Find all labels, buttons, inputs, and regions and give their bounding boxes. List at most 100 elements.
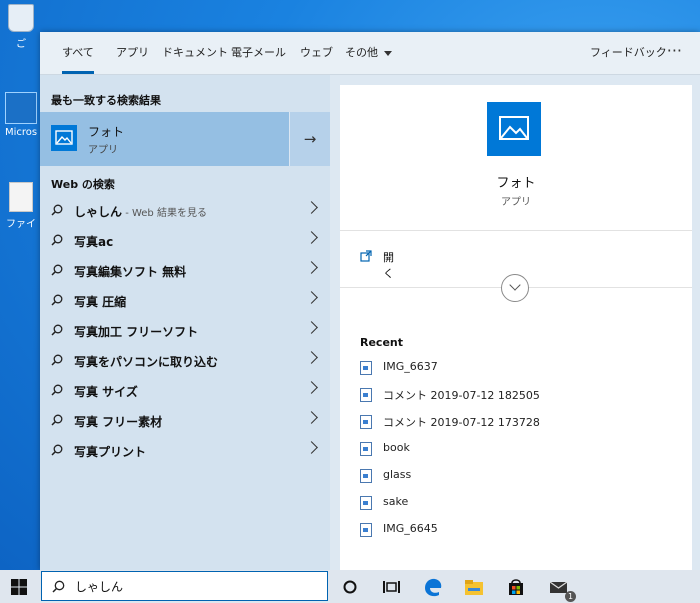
tab-label: ドキュメント	[162, 46, 228, 59]
search-icon	[52, 580, 65, 593]
web-result-row[interactable]: 写真ac	[40, 225, 330, 255]
web-result-text: 写真編集ソフト 無料	[74, 263, 186, 280]
chevron-right-icon	[305, 291, 318, 304]
best-match-heading: 最も一致する検索結果	[51, 94, 161, 107]
search-icon	[51, 264, 63, 276]
search-icon	[51, 354, 63, 366]
recent-item-label: book	[383, 441, 410, 454]
recent-heading: Recent	[360, 336, 404, 349]
tab-all[interactable]: すべて	[62, 32, 94, 74]
web-result-term: 写真加工 フリーソフト	[74, 325, 199, 339]
cortana-icon[interactable]	[339, 576, 361, 598]
taskbar: 1	[0, 570, 700, 603]
recycle-bin-icon	[8, 4, 34, 32]
web-result-text: 写真ac	[74, 233, 113, 250]
tab-web[interactable]: ウェブ	[300, 32, 333, 74]
file-explorer-icon[interactable]	[463, 576, 485, 598]
recent-item-label: sake	[383, 495, 409, 508]
search-icon	[51, 234, 63, 246]
image-file-icon	[360, 388, 372, 402]
best-match-subtitle: アプリ	[88, 145, 118, 156]
preview-title: フォト	[496, 176, 536, 191]
image-file-icon	[360, 469, 372, 483]
web-result-term: 写真編集ソフト 無料	[74, 265, 187, 279]
windows-start-icon[interactable]	[10, 578, 28, 596]
chevron-right-icon	[305, 201, 318, 214]
tab-documents[interactable]: ドキュメント	[162, 32, 228, 74]
chevron-right-icon	[305, 231, 318, 244]
web-result-row[interactable]: 写真加工 フリーソフト	[40, 315, 330, 345]
search-tabs: すべて アプリ ドキュメント 電子メール ウェブ その他 フィードバック ···	[40, 32, 700, 75]
desktop-icon-label: Micros	[4, 127, 38, 138]
web-result-text: 写真加工 フリーソフト	[74, 323, 198, 340]
web-result-term: 写真 圧縮	[74, 295, 127, 309]
tab-email[interactable]: 電子メール	[231, 32, 286, 74]
notification-badge: 1	[565, 591, 576, 602]
recent-item-label: コメント 2019-07-12 182505	[383, 389, 540, 402]
tab-label: 電子メール	[231, 46, 286, 59]
web-result-hint: - Web 結果を見る	[122, 208, 207, 219]
chevron-right-icon	[305, 351, 318, 364]
expand-button[interactable]	[501, 274, 529, 302]
tab-label: アプリ	[116, 46, 149, 59]
taskbar-search-box[interactable]	[41, 571, 328, 601]
task-view-icon[interactable]	[380, 576, 402, 598]
web-result-term: しゃしん	[74, 205, 123, 219]
image-file-icon	[360, 523, 372, 537]
web-result-text: 写真 サイズ	[74, 383, 138, 400]
web-result-row[interactable]: 写真 フリー素材	[40, 405, 330, 435]
desktop-icon-label: ファイ	[6, 219, 36, 230]
best-match-item: フォト アプリ →	[40, 112, 330, 166]
web-result-term: 写真プリント	[74, 445, 147, 459]
chevron-right-icon	[305, 321, 318, 334]
edge-icon	[5, 92, 37, 124]
image-file-icon	[360, 361, 372, 375]
results-list: 最も一致する検索結果 フォト アプリ → Web の検索 しゃしん - Web …	[40, 75, 330, 570]
chevron-right-icon	[305, 411, 318, 424]
web-result-row[interactable]: 写真プリント	[40, 435, 330, 465]
search-icon	[51, 444, 63, 456]
search-icon	[51, 414, 63, 426]
search-input[interactable]	[75, 577, 315, 595]
search-icon	[51, 204, 63, 216]
search-icon	[51, 384, 63, 396]
tab-apps[interactable]: アプリ	[116, 32, 149, 74]
desktop-icon-file[interactable]: ファイ	[0, 182, 42, 230]
web-result-term: 写真をパソコンに取り込む	[74, 355, 219, 369]
web-result-text: 写真プリント	[74, 443, 146, 460]
mail-button[interactable]: 1	[548, 576, 576, 602]
desktop-icon-recycle-bin[interactable]: ご	[0, 4, 42, 50]
web-result-text: 写真 フリー素材	[74, 413, 162, 430]
feedback-button[interactable]: フィードバック	[590, 32, 667, 74]
web-result-text: しゃしん - Web 結果を見る	[74, 203, 207, 220]
preview-pane: フォト アプリ 開く Recent IMG_6637 コメント 2019-07-…	[340, 85, 692, 570]
more-options-button[interactable]: ···	[667, 32, 682, 74]
web-result-row[interactable]: しゃしん - Web 結果を見る	[40, 195, 330, 225]
recent-item-label: IMG_6645	[383, 522, 438, 535]
chevron-right-icon	[305, 261, 318, 274]
web-result-row[interactable]: 写真 サイズ	[40, 375, 330, 405]
feedback-label: フィードバック	[590, 46, 667, 59]
caret-down-icon	[384, 50, 392, 56]
open-label: 開く	[383, 251, 394, 280]
web-result-text: 写真 圧縮	[74, 293, 126, 310]
desktop-icon-edge[interactable]: Micros	[0, 92, 42, 138]
chevron-down-icon	[509, 279, 521, 291]
web-result-row[interactable]: 写真編集ソフト 無料	[40, 255, 330, 285]
chevron-right-icon	[305, 441, 318, 454]
web-result-row[interactable]: 写真をパソコンに取り込む	[40, 345, 330, 375]
tab-label: その他	[345, 46, 378, 59]
best-match-open[interactable]: フォト アプリ	[40, 112, 288, 166]
arrow-right-icon[interactable]: →	[289, 112, 330, 166]
search-icon	[51, 294, 63, 306]
open-icon	[360, 250, 372, 262]
recent-item-label: glass	[383, 468, 412, 481]
web-result-text: 写真をパソコンに取り込む	[74, 353, 218, 370]
edge-browser-icon[interactable]	[422, 576, 444, 598]
recent-item-label: IMG_6637	[383, 360, 438, 373]
web-result-row[interactable]: 写真 圧縮	[40, 285, 330, 315]
tab-more[interactable]: その他	[345, 32, 392, 74]
store-icon[interactable]	[505, 576, 527, 598]
search-icon	[51, 324, 63, 336]
recent-item-label: コメント 2019-07-12 173728	[383, 416, 540, 429]
